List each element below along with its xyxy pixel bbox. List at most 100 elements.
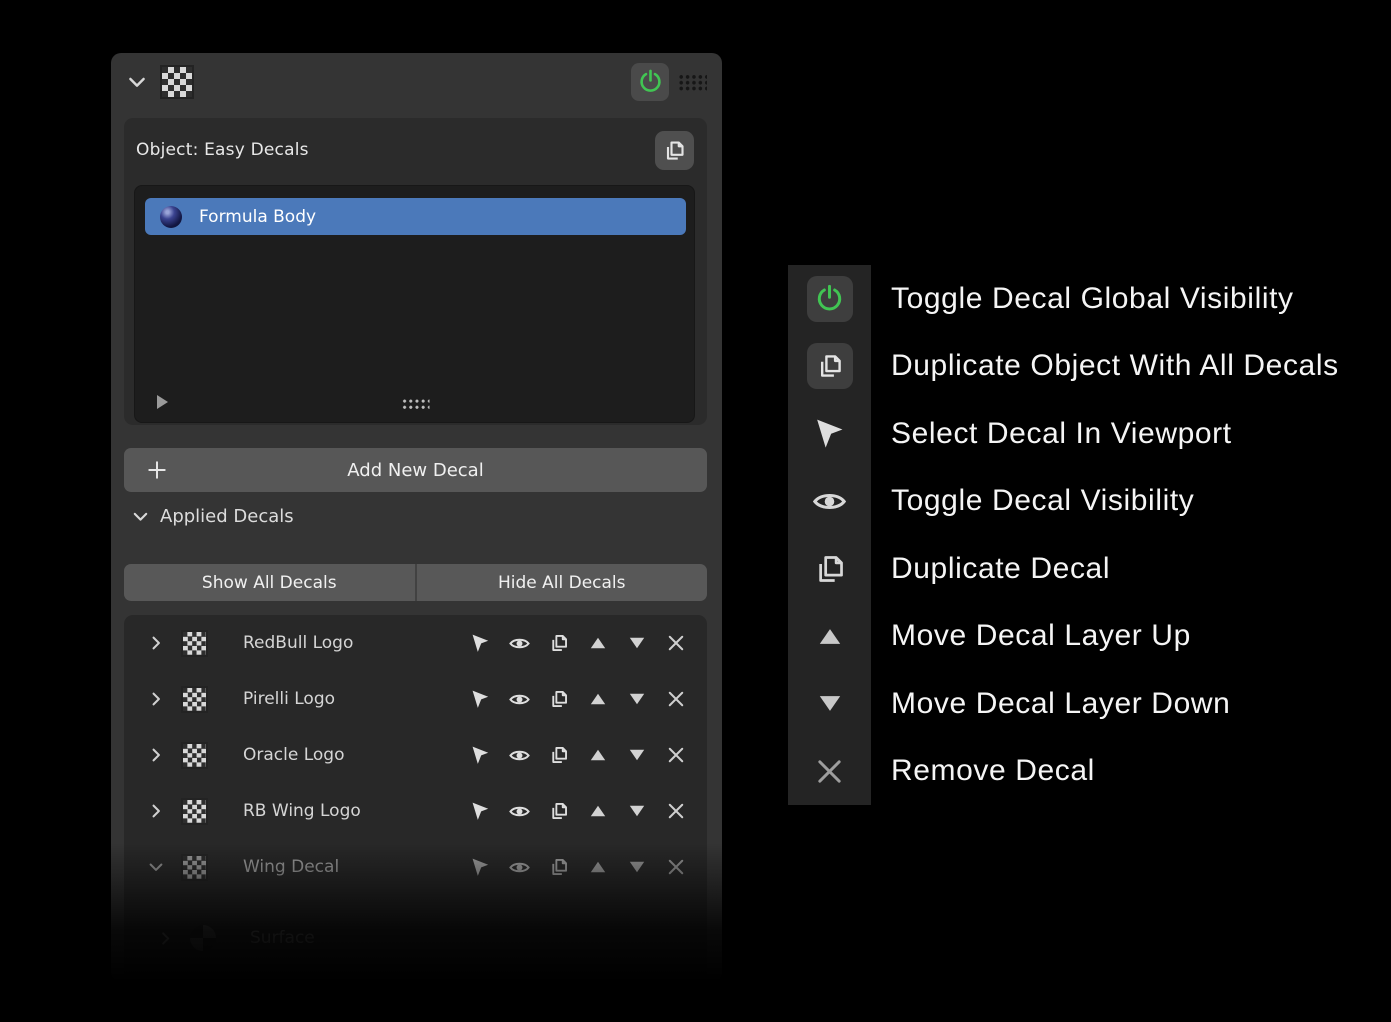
- power-icon: [639, 69, 661, 92]
- decal-name: Pirelli Logo: [243, 689, 336, 709]
- legend-cell: [788, 333, 871, 401]
- decal-row[interactable]: RedBull Logo: [124, 615, 707, 671]
- eye-icon[interactable]: [508, 856, 531, 879]
- decal-texture-icon: [160, 64, 194, 99]
- chevron-right-icon[interactable]: [147, 634, 165, 652]
- duplicate-decal-icon[interactable]: [547, 800, 570, 823]
- chevron-right-icon[interactable]: [147, 690, 165, 708]
- chevron-down-icon[interactable]: [126, 71, 148, 93]
- global-visibility-toggle-button[interactable]: [631, 62, 669, 101]
- eye-icon: [812, 493, 847, 509]
- remove-decal-icon[interactable]: [664, 632, 687, 655]
- chevron-down-icon: [131, 507, 150, 526]
- legend-cell: [788, 535, 871, 603]
- legend-labels: Toggle Decal Global Visibility Duplicate…: [871, 265, 1339, 805]
- decal-row-expanded[interactable]: Wing Decal: [124, 839, 707, 895]
- material-sphere-icon: [190, 925, 216, 951]
- duplicate-icon: [820, 355, 841, 378]
- chevron-right-icon[interactable]: [147, 802, 165, 820]
- object-label: Object: Easy Decals: [136, 140, 309, 160]
- legend-cell: [788, 738, 871, 806]
- remove-icon: [818, 760, 841, 783]
- object-list: Formula Body: [134, 185, 695, 423]
- duplicate-decal-icon[interactable]: [547, 688, 570, 711]
- surface-label: Surface: [250, 928, 315, 948]
- arrow-up-icon[interactable]: [586, 688, 609, 711]
- legend-label: Move Decal Layer Down: [891, 686, 1231, 720]
- decal-row[interactable]: Pirelli Logo: [124, 671, 707, 727]
- arrow-down-icon[interactable]: [625, 800, 648, 823]
- object-sphere-icon: [160, 205, 182, 228]
- legend-label: Toggle Decal Visibility: [891, 484, 1195, 518]
- easy-decals-panel: Object: Easy Decals Formula Body Add New…: [111, 53, 722, 982]
- show-hide-button-group: Show All Decals Hide All Decals: [124, 564, 707, 601]
- select-decal-icon[interactable]: [469, 632, 492, 655]
- object-box: Object: Easy Decals Formula Body: [124, 118, 707, 425]
- arrow-up-icon[interactable]: [586, 856, 609, 879]
- chevron-right-icon: [157, 930, 174, 947]
- hide-all-decals-button[interactable]: Hide All Decals: [417, 564, 708, 601]
- arrow-down-icon: [819, 696, 840, 712]
- decal-row[interactable]: Oracle Logo: [124, 727, 707, 783]
- power-button: [806, 275, 853, 322]
- remove-decal-icon[interactable]: [664, 856, 687, 879]
- duplicate-decal-icon[interactable]: [547, 856, 570, 879]
- decal-name: RB Wing Logo: [243, 801, 361, 821]
- add-new-decal-label: Add New Decal: [347, 459, 484, 481]
- applied-decals-title: Applied Decals: [160, 506, 294, 527]
- object-name: Formula Body: [199, 206, 317, 227]
- arrow-down-icon[interactable]: [625, 632, 648, 655]
- cursor-icon: [816, 419, 842, 448]
- duplicate-object-button[interactable]: [655, 130, 694, 170]
- surface-subsection[interactable]: Surface: [157, 916, 315, 960]
- remove-decal-icon[interactable]: [664, 688, 687, 711]
- remove-decal-icon[interactable]: [664, 744, 687, 767]
- duplicate-icon: [666, 140, 684, 160]
- select-decal-icon[interactable]: [469, 688, 492, 711]
- arrow-down-icon[interactable]: [625, 856, 648, 879]
- decal-thumbnail-icon: [181, 797, 208, 825]
- applied-decals-header[interactable]: Applied Decals: [131, 506, 294, 527]
- panel-header: [111, 53, 722, 110]
- remove-decal-icon[interactable]: [664, 800, 687, 823]
- legend-cell: [788, 603, 871, 671]
- panel-drag-handle[interactable]: [677, 72, 707, 91]
- arrow-down-icon[interactable]: [625, 688, 648, 711]
- decal-name: Oracle Logo: [243, 745, 345, 765]
- select-decal-icon[interactable]: [469, 744, 492, 767]
- select-decal-icon[interactable]: [469, 800, 492, 823]
- decal-thumbnail-icon: [181, 741, 208, 769]
- decal-thumbnail-icon: [181, 629, 208, 657]
- chevron-right-icon[interactable]: [147, 746, 165, 764]
- show-all-decals-button[interactable]: Show All Decals: [124, 564, 415, 601]
- legend-cell: [788, 670, 871, 738]
- select-decal-icon[interactable]: [469, 856, 492, 879]
- duplicate-decal-icon[interactable]: [547, 744, 570, 767]
- arrow-down-icon[interactable]: [625, 744, 648, 767]
- eye-icon[interactable]: [508, 800, 531, 823]
- legend-icon-strip: [788, 265, 871, 805]
- duplicate-icon: [818, 555, 843, 582]
- arrow-up-icon[interactable]: [586, 800, 609, 823]
- icon-legend: Toggle Decal Global Visibility Duplicate…: [788, 265, 1339, 805]
- decal-name: RedBull Logo: [243, 633, 354, 653]
- arrow-up-icon[interactable]: [586, 744, 609, 767]
- list-expand-icon[interactable]: [157, 395, 168, 409]
- arrow-up-icon: [819, 628, 840, 644]
- legend-cell: [788, 265, 871, 333]
- decal-row[interactable]: RB Wing Logo: [124, 783, 707, 839]
- power-icon: [817, 285, 842, 311]
- duplicate-decal-icon[interactable]: [547, 632, 570, 655]
- eye-icon[interactable]: [508, 688, 531, 711]
- eye-icon[interactable]: [508, 632, 531, 655]
- legend-label: Duplicate Object With All Decals: [891, 349, 1339, 383]
- list-resize-handle[interactable]: [400, 397, 429, 409]
- legend-label: Move Decal Layer Up: [891, 619, 1191, 653]
- object-list-item-selected[interactable]: Formula Body: [145, 198, 686, 235]
- eye-icon[interactable]: [508, 744, 531, 767]
- add-new-decal-button[interactable]: Add New Decal: [124, 448, 707, 492]
- chevron-down-icon[interactable]: [147, 858, 165, 876]
- legend-label: Select Decal In Viewport: [891, 416, 1232, 450]
- legend-cell: [788, 400, 871, 468]
- arrow-up-icon[interactable]: [586, 632, 609, 655]
